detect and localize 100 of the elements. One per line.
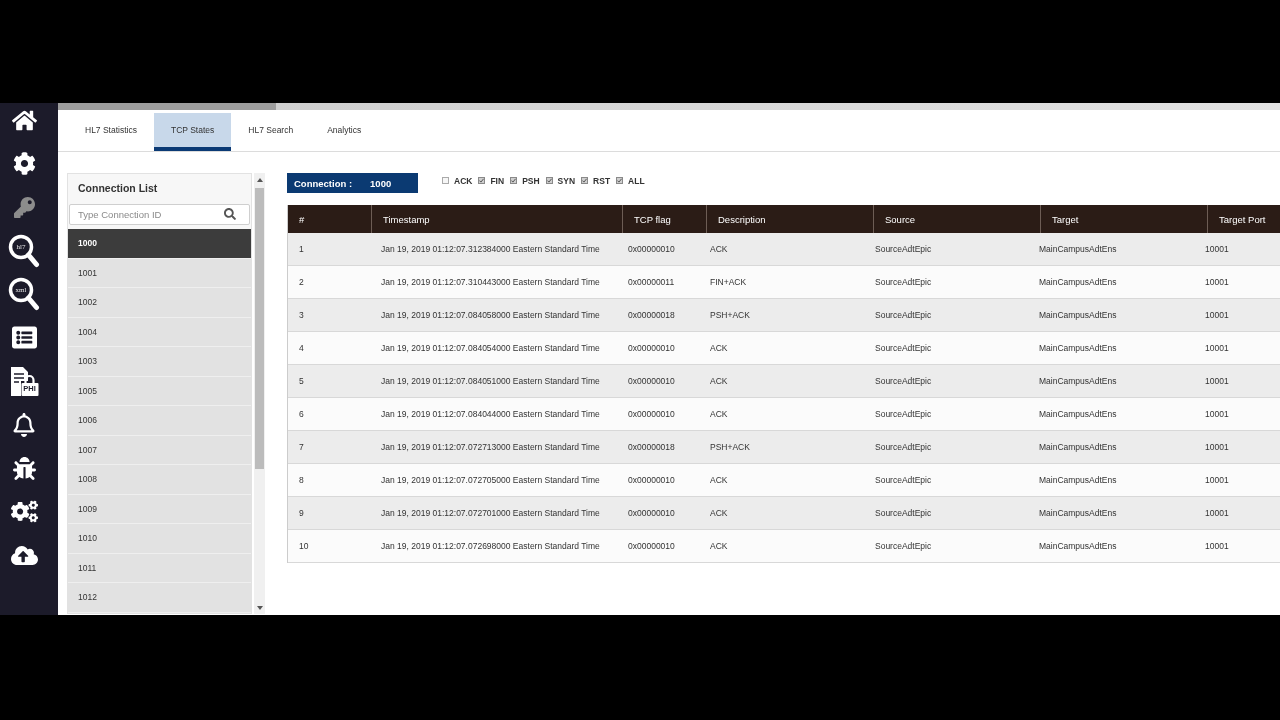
table-cell-text: 10001: [1204, 276, 1230, 289]
table-cell-text: ACK: [709, 375, 729, 388]
table-cell-text: 0x00000010: [627, 408, 676, 421]
table-cell-text: MainCampusAdtEns: [1038, 375, 1118, 388]
table-cell-text: 2: [298, 276, 305, 289]
badge-label: Connection :: [294, 177, 353, 189]
table-cell-text: SourceAdtEpic: [874, 540, 933, 553]
checkbox[interactable]: [545, 177, 553, 184]
table-cell-text: Jan 19, 2019 01:12:07.312384000 Eastern Standard Time: [380, 243, 601, 256]
table-cell-text: SourceAdtEpic: [874, 342, 933, 355]
checkbox-label: PSH: [522, 176, 540, 186]
table-cell-text: ACK: [709, 342, 729, 355]
tab[interactable]: Analytics: [310, 113, 379, 151]
table-cell-text: ACK: [709, 540, 729, 553]
connection-list-item[interactable]: 1001: [68, 258, 251, 288]
connection-list-item[interactable]: 1005: [68, 376, 251, 406]
table-cell-text: 3: [298, 309, 305, 322]
table-cell-text: MainCampusAdtEns: [1038, 540, 1118, 553]
badge-value: 1000: [370, 177, 392, 189]
table-cell-text: 10001: [1204, 309, 1230, 322]
table-cell-text: 10001: [1204, 474, 1230, 487]
bell-icon[interactable]: [12, 412, 36, 437]
table-cell-text: MainCampusAdtEns: [1038, 309, 1118, 322]
table-cell-text: MainCampusAdtEns: [1038, 507, 1118, 520]
tab[interactable]: TCP States: [153, 113, 232, 151]
table-cell-text: Jan 19, 2019 01:12:07.072705000 Eastern Standard Time: [380, 474, 601, 487]
bug-icon[interactable]: [12, 456, 36, 480]
table-cell-text: 10001: [1204, 243, 1230, 256]
connection-list-item[interactable]: 1010: [68, 524, 251, 554]
connection-list-item[interactable]: 1003: [68, 347, 251, 377]
checkbox-label: ACK: [454, 176, 473, 186]
connection-list-item[interactable]: 1009: [68, 494, 251, 524]
tab[interactable]: HL7 Search: [231, 113, 311, 151]
table-cell-text: 0x00000010: [627, 375, 676, 388]
checkbox[interactable]: [510, 177, 518, 184]
scrollbar-thumb[interactable]: [255, 188, 264, 469]
tab[interactable]: HL7 Statistics: [68, 113, 154, 151]
connection-list-item[interactable]: 1000: [68, 229, 251, 259]
connection-list-item[interactable]: 1012: [68, 583, 251, 613]
table-cell-text: Jan 19, 2019 01:12:07.072701000 Eastern Standard Time: [380, 507, 601, 520]
scrollbar[interactable]: [254, 173, 265, 614]
table-cell-text: 4: [298, 342, 305, 355]
table-cell-text: Jan 19, 2019 01:12:07.072698000 Eastern Standard Time: [380, 540, 601, 553]
table-cell-text: MainCampusAdtEns: [1038, 474, 1118, 487]
table-cell-text: SourceAdtEpic: [874, 474, 933, 487]
connection-list-item[interactable]: 1011: [68, 553, 251, 583]
gears-icon[interactable]: [10, 498, 38, 525]
list-icon[interactable]: [11, 325, 37, 350]
checkbox[interactable]: [478, 177, 486, 184]
checkbox-label: FIN: [490, 176, 505, 186]
table-cell-text: SourceAdtEpic: [874, 309, 933, 322]
gear-icon[interactable]: [12, 152, 36, 175]
table-cell-text: 8: [298, 474, 305, 487]
table-cell-text: 0x00000010: [627, 342, 676, 355]
table-cell-text: FIN+ACK: [709, 276, 748, 289]
scroll-up-icon[interactable]: [256, 178, 263, 182]
search-field[interactable]: Type Connection ID: [69, 204, 250, 225]
table-cell-text: ACK: [709, 243, 729, 256]
table-cell-text: PSH+ACK: [709, 441, 751, 454]
connection-list-item[interactable]: 1007: [68, 435, 251, 465]
table-cell-text: 7: [298, 441, 305, 454]
table-cell-text: Jan 19, 2019 01:12:07.084058000 Eastern Standard Time: [380, 309, 601, 322]
table-cell-text: 10001: [1204, 507, 1230, 520]
table-cell-text: SourceAdtEpic: [874, 375, 933, 388]
search-icon[interactable]: [224, 208, 236, 220]
table-cell-text: 10001: [1204, 408, 1230, 421]
magnifier-icon[interactable]: [8, 277, 40, 311]
checkbox-label: SYN: [557, 176, 576, 186]
table-cell-text: SourceAdtEpic: [874, 243, 933, 256]
checkbox[interactable]: [442, 177, 449, 184]
document-lock-icon[interactable]: [9, 365, 39, 397]
table-cell-text: Jan 19, 2019 01:12:07.072713000 Eastern Standard Time: [380, 441, 601, 454]
table-cell-text: 9: [298, 507, 305, 520]
table-cell-text: SourceAdtEpic: [874, 507, 933, 520]
table-cell-text: Jan 19, 2019 01:12:07.084044000 Eastern Standard Time: [380, 408, 601, 421]
connection-list-item[interactable]: 1006: [68, 406, 251, 436]
column-header[interactable]: #: [288, 205, 371, 233]
table-cell-text: ACK: [709, 474, 729, 487]
table-cell-text: 10001: [1204, 441, 1230, 454]
table-cell-text: MainCampusAdtEns: [1038, 441, 1118, 454]
table-cell-text: 0x00000010: [627, 474, 676, 487]
table-cell-text: Jan 19, 2019 01:12:07.084051000 Eastern Standard Time: [380, 375, 601, 388]
table-cell-text: ACK: [709, 408, 729, 421]
connection-list-item[interactable]: 1008: [68, 465, 251, 495]
connection-list-item[interactable]: 1002: [68, 288, 251, 318]
table-cell-text: MainCampusAdtEns: [1038, 243, 1118, 256]
magnifier-icon[interactable]: [8, 233, 40, 268]
scroll-down-icon[interactable]: [256, 606, 263, 610]
table-cell-text: 0x00000010: [627, 243, 676, 256]
table-cell-text: 0x00000011: [627, 276, 676, 289]
table-cell-text: Jan 19, 2019 01:12:07.310443000 Eastern Standard Time: [380, 276, 601, 289]
table-cell-text: 1: [298, 243, 305, 256]
table-cell-text: PSH+ACK: [709, 309, 751, 322]
table-cell-text: MainCampusAdtEns: [1038, 408, 1118, 421]
connection-list-item[interactable]: 1004: [68, 317, 251, 347]
checkbox-label: ALL: [628, 176, 645, 186]
checkbox[interactable]: [616, 177, 624, 184]
checkbox[interactable]: [581, 177, 589, 184]
table-cell-text: MainCampusAdtEns: [1038, 342, 1118, 355]
table-cell-text: 0x00000018: [627, 441, 676, 454]
